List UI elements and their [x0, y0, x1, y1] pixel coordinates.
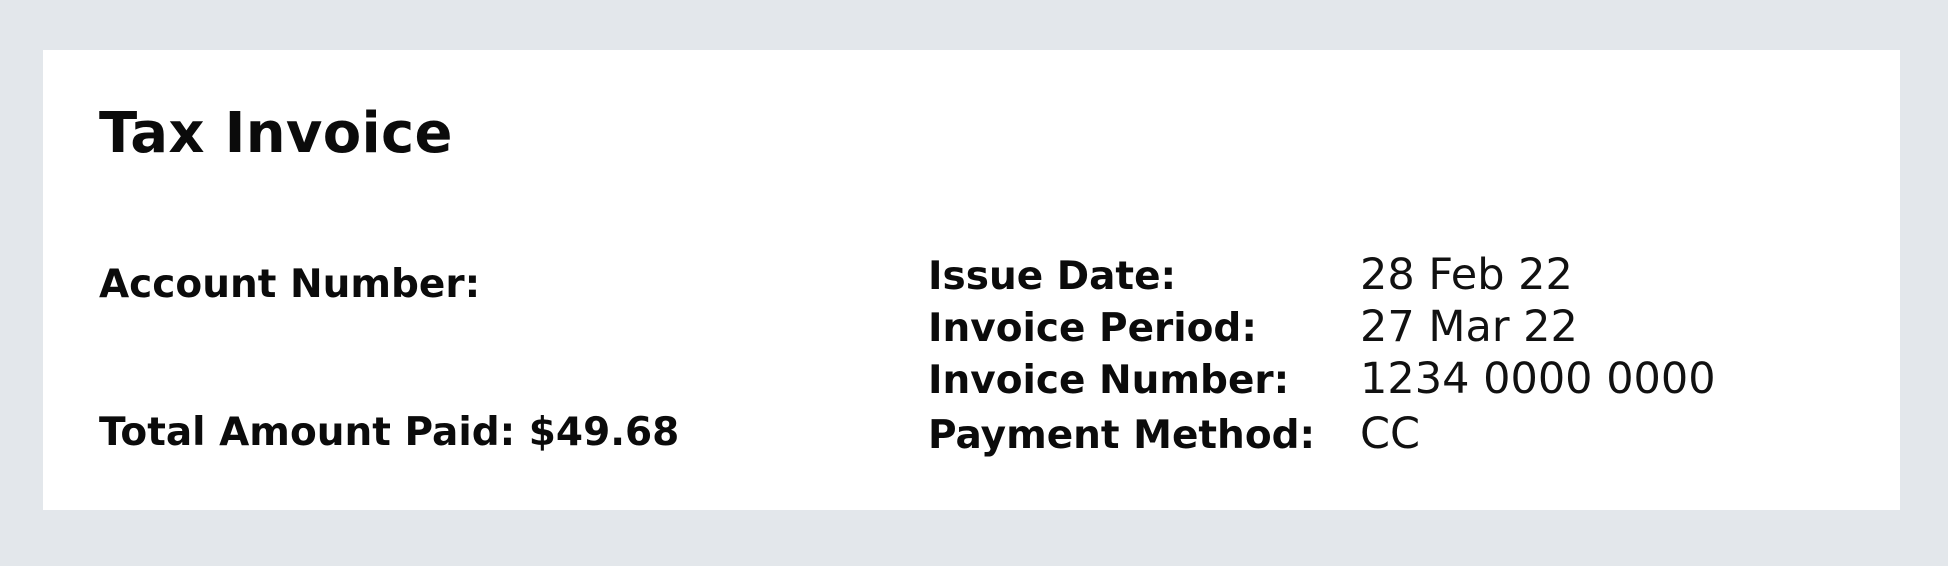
invoice-period-value: 27 Mar 22	[1360, 302, 1578, 352]
invoice-details: Issue Date: 28 Feb 22 Invoice Period: 27…	[928, 250, 1828, 461]
issue-date-value: 28 Feb 22	[1360, 250, 1573, 300]
account-number-label: Account Number:	[99, 262, 481, 307]
invoice-number-label: Invoice Number:	[928, 358, 1290, 403]
invoice-period-label: Invoice Period:	[928, 306, 1257, 351]
invoice-number-row: Invoice Number: 1234 0000 0000	[928, 354, 1828, 406]
invoice-card: Tax Invoice Account Number: Total Amount…	[43, 50, 1900, 510]
payment-method-label: Payment Method:	[928, 413, 1316, 458]
issue-date-row: Issue Date: 28 Feb 22	[928, 250, 1828, 302]
payment-method-row: Payment Method: CC	[928, 409, 1828, 461]
issue-date-label: Issue Date:	[928, 254, 1177, 299]
invoice-period-row: Invoice Period: 27 Mar 22	[928, 302, 1828, 354]
payment-method-value: CC	[1360, 409, 1421, 459]
invoice-title: Tax Invoice	[99, 101, 453, 166]
total-amount-paid: Total Amount Paid: $49.68	[99, 410, 680, 455]
invoice-number-value: 1234 0000 0000	[1360, 354, 1716, 404]
